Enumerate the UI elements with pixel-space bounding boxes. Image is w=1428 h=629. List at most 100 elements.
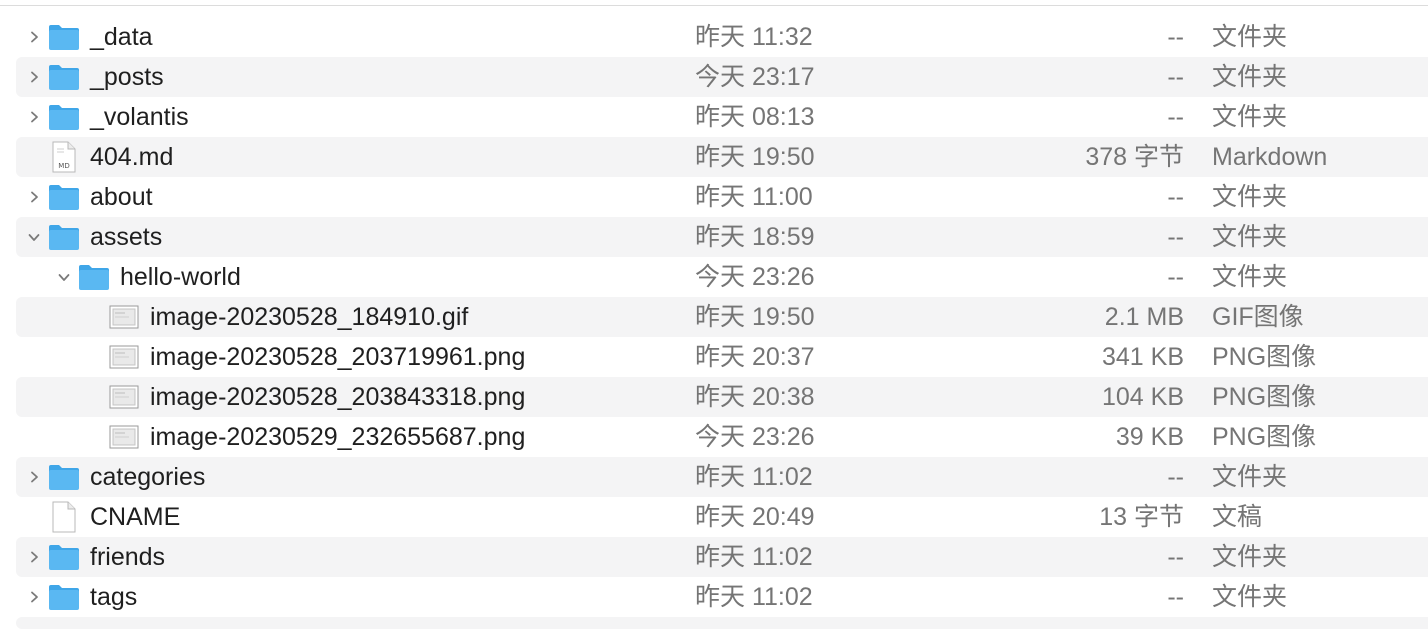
file-kind: 文件夹 [1212, 183, 1288, 211]
file-row[interactable]: MD 404.md 昨天 19:50 378 字节 Markdown [16, 137, 1428, 177]
disclosure-chevron-down-icon[interactable] [24, 227, 44, 247]
disclosure-chevron-right-icon[interactable] [24, 67, 44, 87]
date-modified: 昨天 11:32 [695, 23, 813, 51]
folder-icon [47, 580, 81, 614]
image-file-icon [107, 340, 141, 374]
folder-icon [47, 20, 81, 54]
disclosure-chevron-down-icon[interactable] [54, 267, 74, 287]
date-modified: 昨天 20:37 [695, 343, 815, 371]
file-name: assets [90, 223, 163, 251]
date-modified: 昨天 20:49 [695, 503, 815, 531]
markdown-file-icon: MD [47, 140, 81, 174]
svg-text:MD: MD [58, 162, 69, 170]
file-row[interactable]: image-20230528_203719961.png 昨天 20:37 341 … [16, 337, 1428, 377]
file-row[interactable]: _posts 今天 23:17 -- 文件夹 [16, 57, 1428, 97]
file-kind: PNG图像 [1212, 343, 1317, 371]
folder-icon [47, 100, 81, 134]
date-modified: 昨天 08:13 [695, 103, 815, 131]
date-modified: 昨天 19:50 [695, 303, 815, 331]
file-row[interactable]: _data 昨天 11:32 -- 文件夹 [16, 17, 1428, 57]
date-modified: 今天 23:26 [695, 423, 815, 451]
file-row[interactable]: image-20230529_232655687.png 今天 23:26 39 K… [16, 417, 1428, 457]
file-kind: PNG图像 [1212, 423, 1317, 451]
file-name: hello-world [120, 263, 241, 291]
file-name: friends [90, 543, 166, 571]
date-modified: 今天 23:17 [695, 63, 815, 91]
image-file-icon [107, 420, 141, 454]
file-size: -- [1167, 223, 1184, 251]
file-row[interactable]: image-20230528_203843318.png 昨天 20:38 104 … [16, 377, 1428, 417]
file-row[interactable]: hello-world 今天 23:26 -- 文件夹 [16, 257, 1428, 297]
file-kind: 文件夹 [1212, 583, 1288, 611]
file-kind: 文件夹 [1212, 263, 1288, 291]
date-modified: 昨天 11:02 [695, 543, 813, 571]
file-name: categories [90, 463, 206, 491]
file-row[interactable]: friends 昨天 11:02 -- 文件夹 [16, 537, 1428, 577]
empty-row [16, 617, 1428, 629]
date-modified: 昨天 18:59 [695, 223, 815, 251]
file-name: image-20230528_203719961.png [150, 343, 526, 371]
file-size: -- [1167, 183, 1184, 211]
file-kind: 文件夹 [1212, 543, 1288, 571]
file-kind: 文件夹 [1212, 463, 1288, 491]
file-name: _data [90, 23, 153, 51]
file-size: 13 字节 [1099, 503, 1184, 531]
date-modified: 昨天 19:50 [695, 143, 815, 171]
image-file-icon [107, 380, 141, 414]
file-name: CNAME [90, 503, 181, 531]
date-modified: 今天 23:26 [695, 263, 815, 291]
file-list: _data 昨天 11:32 -- 文件夹 _posts 今天 23:17 -- 文件夹 _vo… [16, 17, 1428, 629]
file-size: 378 字节 [1085, 143, 1184, 171]
folder-icon [47, 60, 81, 94]
window-top-border [0, 5, 1428, 6]
document-icon [47, 500, 81, 534]
file-name: tags [90, 583, 138, 611]
image-file-icon [107, 300, 141, 334]
file-row[interactable]: assets 昨天 18:59 -- 文件夹 [16, 217, 1428, 257]
file-row[interactable]: tags 昨天 11:02 -- 文件夹 [16, 577, 1428, 617]
folder-icon [47, 220, 81, 254]
disclosure-chevron-right-icon[interactable] [24, 107, 44, 127]
file-kind: 文件夹 [1212, 23, 1288, 51]
disclosure-chevron-right-icon[interactable] [24, 467, 44, 487]
file-name: _volantis [90, 103, 189, 131]
date-modified: 昨天 11:00 [695, 183, 813, 211]
file-row[interactable]: _volantis 昨天 08:13 -- 文件夹 [16, 97, 1428, 137]
file-kind: 文件夹 [1212, 63, 1288, 91]
date-modified: 昨天 11:02 [695, 583, 813, 611]
file-kind: GIF图像 [1212, 303, 1304, 331]
file-size: -- [1167, 543, 1184, 571]
disclosure-chevron-right-icon[interactable] [24, 547, 44, 567]
file-name: image-20230528_184910.gif [150, 303, 469, 331]
file-kind: 文件夹 [1212, 103, 1288, 131]
file-size: 341 KB [1101, 343, 1184, 371]
file-row[interactable]: categories 昨天 11:02 -- 文件夹 [16, 457, 1428, 497]
file-size: 104 KB [1101, 383, 1184, 411]
file-size: -- [1167, 583, 1184, 611]
folder-icon [47, 180, 81, 214]
file-kind: 文件夹 [1212, 223, 1288, 251]
file-kind: 文稿 [1212, 503, 1263, 531]
file-kind: PNG图像 [1212, 383, 1317, 411]
file-row[interactable]: CNAME 昨天 20:49 13 字节 文稿 [16, 497, 1428, 537]
file-kind: Markdown [1212, 143, 1328, 171]
file-size: 39 KB [1115, 423, 1184, 451]
file-size: 2.1 MB [1104, 303, 1184, 331]
file-name: 404.md [90, 143, 174, 171]
file-name: _posts [90, 63, 164, 91]
date-modified: 昨天 11:02 [695, 463, 813, 491]
file-name: image-20230528_203843318.png [150, 383, 526, 411]
file-row[interactable]: about 昨天 11:00 -- 文件夹 [16, 177, 1428, 217]
file-size: -- [1167, 263, 1184, 291]
folder-icon [47, 460, 81, 494]
date-modified: 昨天 20:38 [695, 383, 815, 411]
disclosure-chevron-right-icon[interactable] [24, 587, 44, 607]
folder-icon [77, 260, 111, 294]
file-size: -- [1167, 23, 1184, 51]
file-row[interactable]: image-20230528_184910.gif 昨天 19:50 2.1 MB G… [16, 297, 1428, 337]
file-name: about [90, 183, 153, 211]
disclosure-chevron-right-icon[interactable] [24, 187, 44, 207]
folder-icon [47, 540, 81, 574]
disclosure-chevron-right-icon[interactable] [24, 27, 44, 47]
file-size: -- [1167, 63, 1184, 91]
